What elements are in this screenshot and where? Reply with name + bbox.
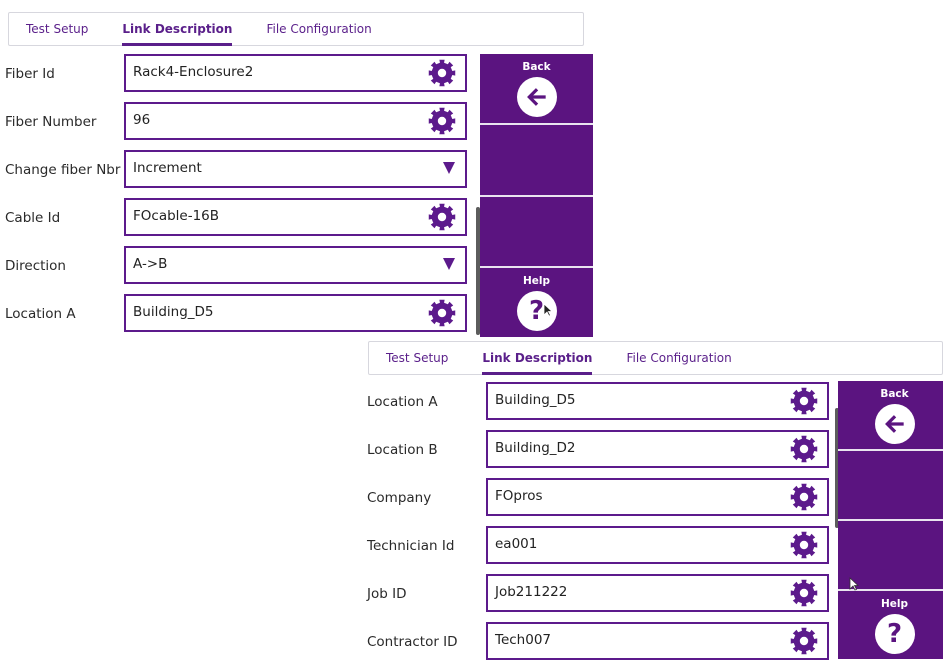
tab-bar: Test Setup Link Description File Configu… xyxy=(8,12,584,46)
back-button-label: Back xyxy=(880,388,909,400)
form-row: Location A Building_D5 xyxy=(0,294,470,342)
field-value: A->B xyxy=(133,256,168,272)
sidebar: Back Help ? xyxy=(480,54,593,337)
form-row: Fiber Number 96 xyxy=(0,102,470,150)
text-field[interactable]: Job211222 xyxy=(486,574,829,612)
field-label: Location A xyxy=(367,394,438,410)
form-row: Job ID Job211222 xyxy=(362,574,832,622)
help-button-label: Help xyxy=(880,598,909,610)
field-label: Location B xyxy=(367,442,438,458)
tab-file-configuration[interactable]: File Configuration xyxy=(609,342,748,374)
field-label: Job ID xyxy=(367,586,407,602)
dropdown-arrow-icon[interactable] xyxy=(443,162,455,174)
help-button[interactable]: Help ? xyxy=(480,268,593,337)
gear-icon[interactable] xyxy=(789,579,819,607)
form-row: Contractor ID Tech007 xyxy=(362,622,832,670)
arrow-left-icon xyxy=(516,77,557,117)
field-label: Technician Id xyxy=(367,538,455,554)
text-field[interactable]: FOcable-16B xyxy=(124,198,467,236)
field-label: Contractor ID xyxy=(367,634,458,650)
dropdown-field[interactable]: A->B xyxy=(124,246,467,284)
field-value: Building_D2 xyxy=(495,440,576,456)
text-field[interactable]: FOpros xyxy=(486,478,829,516)
sidebar: Back Help ? xyxy=(838,381,943,659)
field-label: Direction xyxy=(5,258,66,274)
field-label: Fiber Id xyxy=(5,66,55,82)
field-label: Company xyxy=(367,490,432,506)
gear-icon[interactable] xyxy=(789,483,819,511)
field-value: Tech007 xyxy=(495,632,552,648)
gear-icon[interactable] xyxy=(427,299,457,327)
form-row: Direction A->B xyxy=(0,246,470,294)
help-button[interactable]: Help ? xyxy=(838,591,943,659)
gear-icon[interactable] xyxy=(789,531,819,559)
arrow-left-icon xyxy=(874,404,915,444)
dropdown-field[interactable]: Increment xyxy=(124,150,467,188)
form-row: Company FOpros xyxy=(362,478,832,526)
mouse-cursor-icon xyxy=(849,577,859,591)
gear-icon[interactable] xyxy=(427,203,457,231)
form-row: Location B Building_D2 xyxy=(362,430,832,478)
field-value: 96 xyxy=(133,112,151,128)
field-value: FOcable-16B xyxy=(133,208,220,224)
tab-test-setup[interactable]: Test Setup xyxy=(9,13,105,45)
mouse-cursor-icon xyxy=(543,303,553,317)
form-row: Change fiber Nbr Increment xyxy=(0,150,470,198)
field-label: Cable Id xyxy=(5,210,61,226)
field-value: Building_D5 xyxy=(133,304,214,320)
form-row: Cable Id FOcable-16B xyxy=(0,198,470,246)
back-button-label: Back xyxy=(522,61,551,73)
field-label: Fiber Number xyxy=(5,114,97,130)
text-field[interactable]: Building_D2 xyxy=(486,430,829,468)
form-row: Fiber Id Rack4-Enclosure2 xyxy=(0,54,470,102)
form-row: Location A Building_D5 xyxy=(362,382,832,430)
text-field[interactable]: ea001 xyxy=(486,526,829,564)
field-label: Change fiber Nbr xyxy=(5,162,121,178)
sidebar-empty-button-1[interactable] xyxy=(480,125,593,197)
back-button[interactable]: Back xyxy=(838,381,943,451)
field-value: Increment xyxy=(133,160,202,176)
text-field[interactable]: Tech007 xyxy=(486,622,829,660)
form-row: Technician Id ea001 xyxy=(362,526,832,574)
field-value: ea001 xyxy=(495,536,538,552)
sidebar-empty-button-1[interactable] xyxy=(838,451,943,521)
link-description-panel-top: Test Setup Link Description File Configu… xyxy=(0,0,593,337)
field-value: FOpros xyxy=(495,488,543,504)
text-field[interactable]: Rack4-Enclosure2 xyxy=(124,54,467,92)
text-field[interactable]: Building_D5 xyxy=(486,382,829,420)
sidebar-empty-button-2[interactable] xyxy=(480,197,593,268)
gear-icon[interactable] xyxy=(427,59,457,87)
tab-test-setup[interactable]: Test Setup xyxy=(369,342,465,374)
link-description-panel-bottom: Test Setup Link Description File Configu… xyxy=(362,339,943,660)
text-field[interactable]: 96 xyxy=(124,102,467,140)
field-value: Building_D5 xyxy=(495,392,576,408)
help-button-label: Help xyxy=(522,274,551,287)
gear-icon[interactable] xyxy=(789,387,819,415)
field-value: Rack4-Enclosure2 xyxy=(133,64,254,80)
tab-file-configuration[interactable]: File Configuration xyxy=(249,13,388,45)
gear-icon[interactable] xyxy=(789,435,819,463)
tab-bar: Test Setup Link Description File Configu… xyxy=(368,341,943,375)
field-label: Location A xyxy=(5,306,76,322)
gear-icon[interactable] xyxy=(427,107,457,135)
dropdown-arrow-icon[interactable] xyxy=(443,258,455,270)
tab-link-description[interactable]: Link Description xyxy=(465,342,609,375)
back-button[interactable]: Back xyxy=(480,54,593,126)
field-value: Job211222 xyxy=(495,584,568,600)
text-field[interactable]: Building_D5 xyxy=(124,294,467,332)
tab-link-description[interactable]: Link Description xyxy=(105,13,249,46)
question-icon: ? xyxy=(874,614,915,654)
gear-icon[interactable] xyxy=(789,627,819,655)
